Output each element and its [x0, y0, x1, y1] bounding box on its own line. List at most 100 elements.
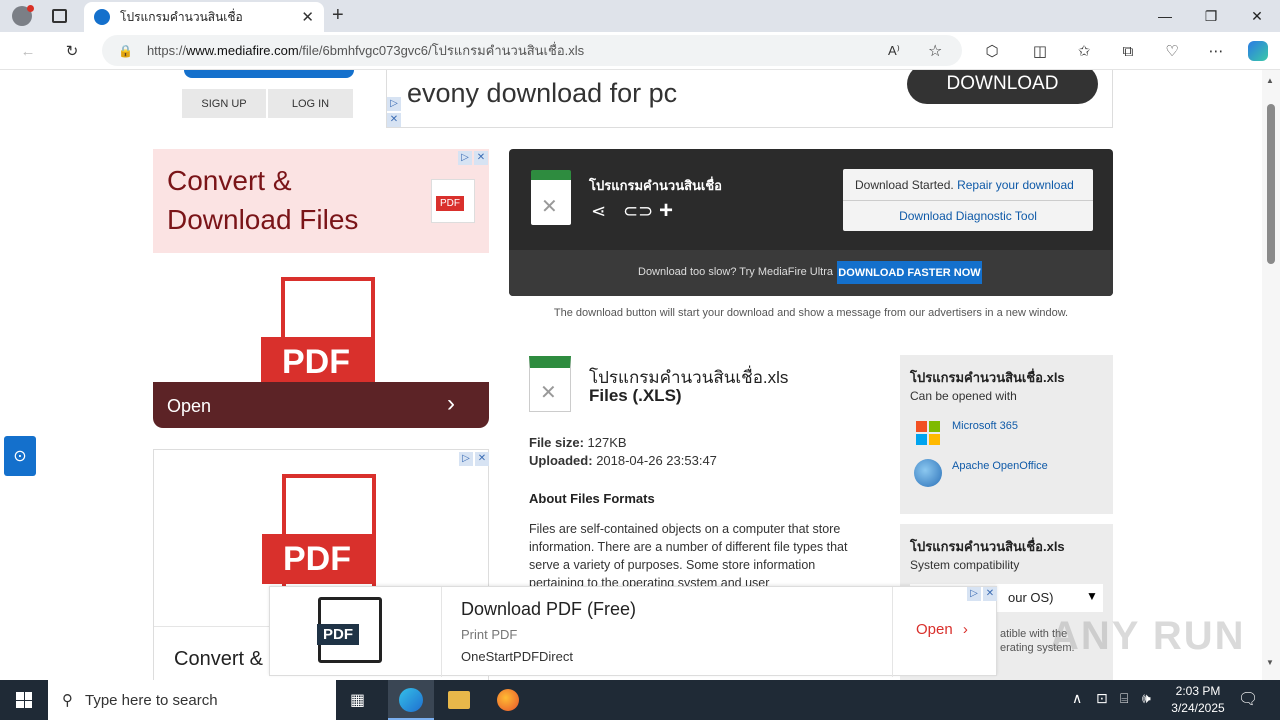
scroll-thumb[interactable]: [1267, 104, 1275, 264]
collections-icon[interactable]: ⧉: [1116, 39, 1140, 63]
copilot-icon[interactable]: [1246, 39, 1270, 63]
side-box-subtitle: Can be opened with: [910, 389, 1017, 403]
signup-button[interactable]: SIGN UP: [182, 89, 266, 118]
ad-choices-icon[interactable]: ▷: [458, 151, 472, 165]
add-icon[interactable]: +: [659, 197, 673, 225]
ad-close-icon[interactable]: ✕: [474, 151, 488, 165]
openoffice-link[interactable]: Apache OpenOffice: [952, 460, 1048, 472]
refresh-icon[interactable]: ↻: [60, 39, 84, 63]
pdf-badge-icon: PDF: [431, 179, 475, 223]
ad-headline-1: Convert &: [167, 165, 292, 196]
browser-toolbar: ← ↻ 🔒 https://www.mediafire.com/file/6bm…: [0, 32, 1280, 70]
ad-close-icon[interactable]: ✕: [983, 587, 997, 601]
extensions-icon[interactable]: ⬡: [980, 39, 1004, 63]
windows-taskbar: ⚲ Type here to search ▦ ∧ ⊡ ⌸ 🕪 2:03 PM …: [0, 680, 1280, 720]
new-tab-button[interactable]: +: [332, 4, 344, 27]
chevron-right-icon: ›: [447, 390, 455, 417]
pdf-document-icon: PDF: [261, 277, 375, 399]
ad-text: evony download for pc: [407, 78, 678, 108]
back-icon[interactable]: ←: [16, 39, 40, 63]
url-domain: www.mediafire.com: [185, 43, 299, 58]
minimize-button[interactable]: —: [1142, 0, 1188, 32]
url-path: /file/6bmhfvgc073gvc6/โปรแกรมคำนวนสินเชื…: [298, 43, 585, 58]
microsoft-365-link[interactable]: Microsoft 365: [952, 420, 1018, 432]
ad-download-button[interactable]: DOWNLOAD: [907, 70, 1098, 104]
login-button[interactable]: LOG IN: [268, 89, 353, 118]
notification-center-icon[interactable]: 🗨: [1238, 689, 1258, 709]
repair-download-link[interactable]: Repair your download: [957, 178, 1074, 192]
network-icon[interactable]: ⌸: [1120, 690, 1128, 707]
tab-title: โปรแกรมคำนวนสินเชื่อ: [120, 9, 243, 24]
download-status-text: Download Started.: [855, 178, 954, 192]
scroll-down-icon[interactable]: ▼: [1266, 658, 1274, 667]
bottom-sticky-ad[interactable]: PDF Download PDF (Free) Print PDF OneSta…: [269, 586, 997, 677]
file-type: Files (.XLS): [589, 386, 682, 405]
about-heading: About Files Formats: [529, 491, 655, 506]
tab-active[interactable]: โปรแกรมคำนวนสินเชื่อ ✕: [84, 2, 324, 32]
tab-close-icon[interactable]: ✕: [301, 8, 314, 26]
split-screen-icon[interactable]: ◫: [1028, 39, 1052, 63]
download-status-box: Download Started. Repair your download D…: [843, 169, 1093, 231]
clock-date[interactable]: 3/24/2025: [1164, 701, 1232, 715]
volume-icon[interactable]: 🕪: [1142, 690, 1151, 707]
taskbar-search-box[interactable]: ⚲ Type here to search: [48, 680, 336, 720]
ad-close-icon[interactable]: ✕: [387, 113, 401, 127]
address-bar[interactable]: 🔒 https://www.mediafire.com/file/6bmhfvg…: [102, 35, 962, 66]
file-explorer-icon[interactable]: [448, 691, 470, 709]
clock-time[interactable]: 2:03 PM: [1168, 684, 1228, 698]
title-bar: โปรแกรมคำนวนสินเชื่อ ✕ + — ❐ ✕: [0, 0, 1280, 32]
read-aloud-icon[interactable]: A⁾: [888, 43, 900, 59]
web-page: SIGN UP LOG IN evony download for pc DOW…: [4, 70, 1262, 680]
anyrun-watermark: ANY RUN: [1050, 614, 1246, 658]
favorite-star-icon[interactable]: ☆: [928, 41, 942, 61]
browser-essentials-icon[interactable]: ♡: [1160, 39, 1184, 63]
openoffice-icon: [914, 459, 942, 487]
side-box-title: โปรแกรมคำนวนสินเชื่อ.xls: [910, 370, 1065, 385]
diagnostic-tool-link[interactable]: Download Diagnostic Tool: [843, 209, 1093, 223]
caret-down-icon: ▼: [1086, 589, 1098, 603]
top-banner-ad[interactable]: evony download for pc DOWNLOAD ▷ ✕: [386, 70, 1113, 128]
side-float-button[interactable]: ⊙: [4, 436, 36, 476]
link-icon[interactable]: ⊂⊃: [623, 201, 653, 222]
file-size-value: 127KB: [587, 435, 627, 450]
task-view-icon[interactable]: ▦: [350, 690, 365, 710]
ad-choices-icon[interactable]: ▷: [967, 587, 981, 601]
chevron-right-icon: ›: [962, 621, 968, 638]
bottom-ad-open-link[interactable]: Open ›: [916, 621, 968, 638]
page-scrollbar[interactable]: ▲ ▼: [1262, 70, 1280, 680]
firefox-icon[interactable]: [497, 689, 519, 711]
side-box-title: โปรแกรมคำนวนสินเชื่อ.xls: [910, 539, 1065, 554]
tray-device-icon[interactable]: ⊡: [1096, 690, 1108, 707]
os-select-value: our OS): [1008, 590, 1054, 605]
mediafire-favicon-icon: [94, 9, 110, 25]
scroll-up-icon[interactable]: ▲: [1266, 76, 1274, 85]
xls-file-icon-large: ✕: [529, 356, 571, 412]
share-icon[interactable]: ⋖: [591, 201, 606, 222]
left-ad[interactable]: Convert & Download Files PDF ▷ ✕ PDF Ope…: [153, 149, 489, 428]
ad-open-button[interactable]: Open ›: [153, 382, 489, 428]
notification-dot: [27, 5, 34, 12]
search-icon: ⚲: [62, 692, 73, 709]
mediafire-logo[interactable]: [184, 70, 354, 78]
bottom-ad-brand: OneStartPDFDirect: [461, 649, 573, 664]
pdf-document-icon: PDF: [262, 474, 376, 596]
edge-taskbar-icon[interactable]: [388, 680, 434, 720]
ad-choices-icon[interactable]: ▷: [387, 97, 401, 111]
taskbar-search-placeholder: Type here to search: [85, 691, 218, 709]
close-window-button[interactable]: ✕: [1234, 0, 1280, 32]
tray-chevron-icon[interactable]: ∧: [1072, 690, 1082, 707]
lock-icon: 🔒: [118, 43, 133, 58]
download-panel: ✕ โปรแกรมคำนวนสินเชื่อ ⋖ ⊂⊃ + Download S…: [509, 149, 1113, 296]
download-slow-text: Download too slow? Try MediaFire Ultra: [638, 266, 834, 278]
uploaded-label: Uploaded:: [529, 453, 593, 468]
maximize-button[interactable]: ❐: [1188, 0, 1234, 32]
ad-choices-icon[interactable]: ▷: [459, 452, 473, 466]
tab-actions-icon[interactable]: [52, 9, 67, 23]
ad-close-icon[interactable]: ✕: [475, 452, 489, 466]
download-faster-button[interactable]: DOWNLOAD FASTER NOW: [837, 261, 982, 284]
about-text: Files are self-contained objects on a co…: [529, 522, 848, 590]
ad-headline-2: Download Files: [167, 204, 359, 235]
more-menu-icon[interactable]: ⋯: [1204, 39, 1228, 63]
favorites-icon[interactable]: ✩: [1072, 39, 1096, 63]
windows-start-icon[interactable]: [16, 692, 32, 708]
